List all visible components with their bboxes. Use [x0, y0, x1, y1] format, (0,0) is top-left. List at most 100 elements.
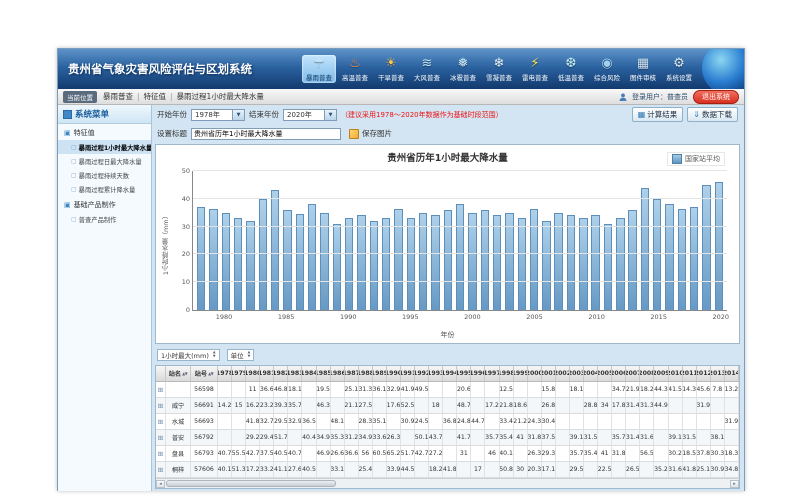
column-header[interactable]: 2010: [669, 366, 683, 381]
bar[interactable]: [431, 215, 439, 310]
nav-item-4[interactable]: ≋大风普查: [410, 55, 444, 83]
scrollbar-thumb[interactable]: [166, 480, 336, 487]
column-header[interactable]: 2013: [711, 366, 725, 381]
table-row[interactable]: ⊞水城5669341.832.729.532.936.548.128.335.1…: [156, 414, 739, 430]
bar[interactable]: [357, 215, 365, 310]
column-header[interactable]: 2003: [570, 366, 584, 381]
row-expander[interactable]: ⊞: [156, 414, 166, 429]
bar[interactable]: [579, 218, 587, 310]
column-header[interactable]: 1993: [429, 366, 443, 381]
column-header[interactable]: 2004: [584, 366, 598, 381]
column-header[interactable]: 1986: [331, 366, 345, 381]
bar[interactable]: [394, 209, 402, 310]
bar[interactable]: [234, 218, 242, 310]
tree-item[interactable]: ▢暴雨过程日最大降水量: [58, 154, 151, 168]
bar[interactable]: [197, 207, 205, 310]
download-data-button[interactable]: ⇓ 数据下载: [687, 107, 738, 122]
bar[interactable]: [456, 204, 464, 310]
bar[interactable]: [690, 207, 698, 310]
start-year-select[interactable]: 1978年 ▼: [191, 109, 245, 121]
bar[interactable]: [715, 182, 723, 310]
column-header[interactable]: 2007: [626, 366, 640, 381]
row-expander[interactable]: ⊞: [156, 430, 166, 445]
tree-item[interactable]: ▢暴雨过程累计降水量: [58, 182, 151, 196]
breadcrumb-item[interactable]: 暴雨普查: [103, 92, 133, 101]
column-header[interactable]: 2005: [598, 366, 612, 381]
table-row[interactable]: ⊞威宁5669114.21516.223.239.335.746.321.127…: [156, 398, 739, 414]
column-header[interactable]: 1978: [218, 366, 232, 381]
bar[interactable]: [702, 185, 710, 310]
column-header[interactable]: 站名▲▼: [166, 366, 191, 381]
column-header[interactable]: 2006: [612, 366, 626, 381]
nav-item-2[interactable]: ♨高温普查: [338, 55, 372, 83]
bar[interactable]: [271, 190, 279, 310]
bar[interactable]: [542, 221, 550, 310]
scroll-right-arrow[interactable]: ▸: [730, 480, 739, 488]
column-header[interactable]: 1992: [415, 366, 429, 381]
nav-item-1[interactable]: ☂暴雨普查: [302, 55, 336, 83]
bar[interactable]: [333, 224, 341, 310]
row-expander[interactable]: ⊞: [156, 462, 166, 477]
bar[interactable]: [468, 213, 476, 310]
column-header[interactable]: 2002: [556, 366, 570, 381]
horizontal-scrollbar[interactable]: ◂ ▸: [156, 478, 739, 488]
breadcrumb-item[interactable]: 暴雨过程1小时最大降水量: [177, 92, 264, 101]
nav-item-11[interactable]: ⚙系统设置: [662, 55, 696, 83]
column-header[interactable]: 1998: [500, 366, 514, 381]
column-header[interactable]: 2000: [528, 366, 542, 381]
breadcrumb-item[interactable]: 特征值: [144, 92, 167, 101]
column-header[interactable]: 2009: [654, 366, 668, 381]
column-header[interactable]: 1981: [260, 366, 274, 381]
tree-item[interactable]: ▢普查产品制作: [58, 212, 151, 226]
column-header[interactable]: 1994: [443, 366, 457, 381]
tree-item[interactable]: ▢暴雨过程1小时最大降水量: [58, 140, 151, 154]
logout-button[interactable]: 退出系统: [693, 90, 739, 104]
column-header[interactable]: 1980: [246, 366, 260, 381]
column-header[interactable]: 2008: [640, 366, 654, 381]
column-header[interactable]: 1988: [359, 366, 373, 381]
scroll-left-arrow[interactable]: ◂: [156, 480, 165, 488]
table-row[interactable]: ⊞桐梓5760640.151.317.233.241.127.640.533.1…: [156, 462, 739, 478]
column-header[interactable]: 1997: [485, 366, 499, 381]
column-header[interactable]: 2012: [697, 366, 711, 381]
bar[interactable]: [493, 215, 501, 310]
table-row[interactable]: ⊞565981136.646.818.119.525.131.336.132.9…: [156, 382, 739, 398]
bar[interactable]: [259, 199, 267, 310]
bar[interactable]: [554, 213, 562, 310]
nav-item-8[interactable]: ❆低温普查: [554, 55, 588, 83]
row-expander[interactable]: ⊞: [156, 398, 166, 413]
bar[interactable]: [222, 213, 230, 310]
column-header[interactable]: 2011: [683, 366, 697, 381]
tree-item[interactable]: ▢暴雨过程持续天数: [58, 168, 151, 182]
unit-filter[interactable]: 单位 ▲▼: [227, 349, 255, 361]
bar[interactable]: [419, 213, 427, 310]
bar[interactable]: [209, 209, 217, 310]
column-header[interactable]: 1982: [274, 366, 288, 381]
bar[interactable]: [370, 221, 378, 310]
column-header[interactable]: 站号▲▼: [191, 366, 218, 381]
bar[interactable]: [616, 218, 624, 310]
row-expander[interactable]: ⊞: [156, 382, 166, 397]
bar[interactable]: [296, 214, 304, 310]
column-header[interactable]: 1995: [457, 366, 471, 381]
nav-item-3[interactable]: ☀干旱普查: [374, 55, 408, 83]
calculate-button[interactable]: ▦ 计算结果: [632, 107, 684, 122]
bar[interactable]: [591, 215, 599, 310]
bar[interactable]: [382, 218, 390, 310]
column-header[interactable]: 2014: [725, 366, 739, 381]
column-header[interactable]: 1985: [317, 366, 331, 381]
bar[interactable]: [345, 218, 353, 310]
table-row[interactable]: ⊞普安5679229.229.451.740.434.935.331.234.9…: [156, 430, 739, 446]
bar[interactable]: [320, 213, 328, 310]
tree-group[interactable]: ▣基础产品制作: [58, 196, 151, 212]
nav-item-7[interactable]: ⚡雷电普查: [518, 55, 552, 83]
bar[interactable]: [407, 218, 415, 310]
column-header[interactable]: 1987: [345, 366, 359, 381]
save-image-link[interactable]: 保存图片: [349, 128, 392, 139]
nav-item-5[interactable]: ❅冰雹普查: [446, 55, 480, 83]
column-header[interactable]: 1996: [471, 366, 485, 381]
column-header[interactable]: 1979: [232, 366, 246, 381]
column-header[interactable]: 1989: [373, 366, 387, 381]
chart-title-input[interactable]: [191, 128, 341, 140]
bar[interactable]: [530, 209, 538, 310]
